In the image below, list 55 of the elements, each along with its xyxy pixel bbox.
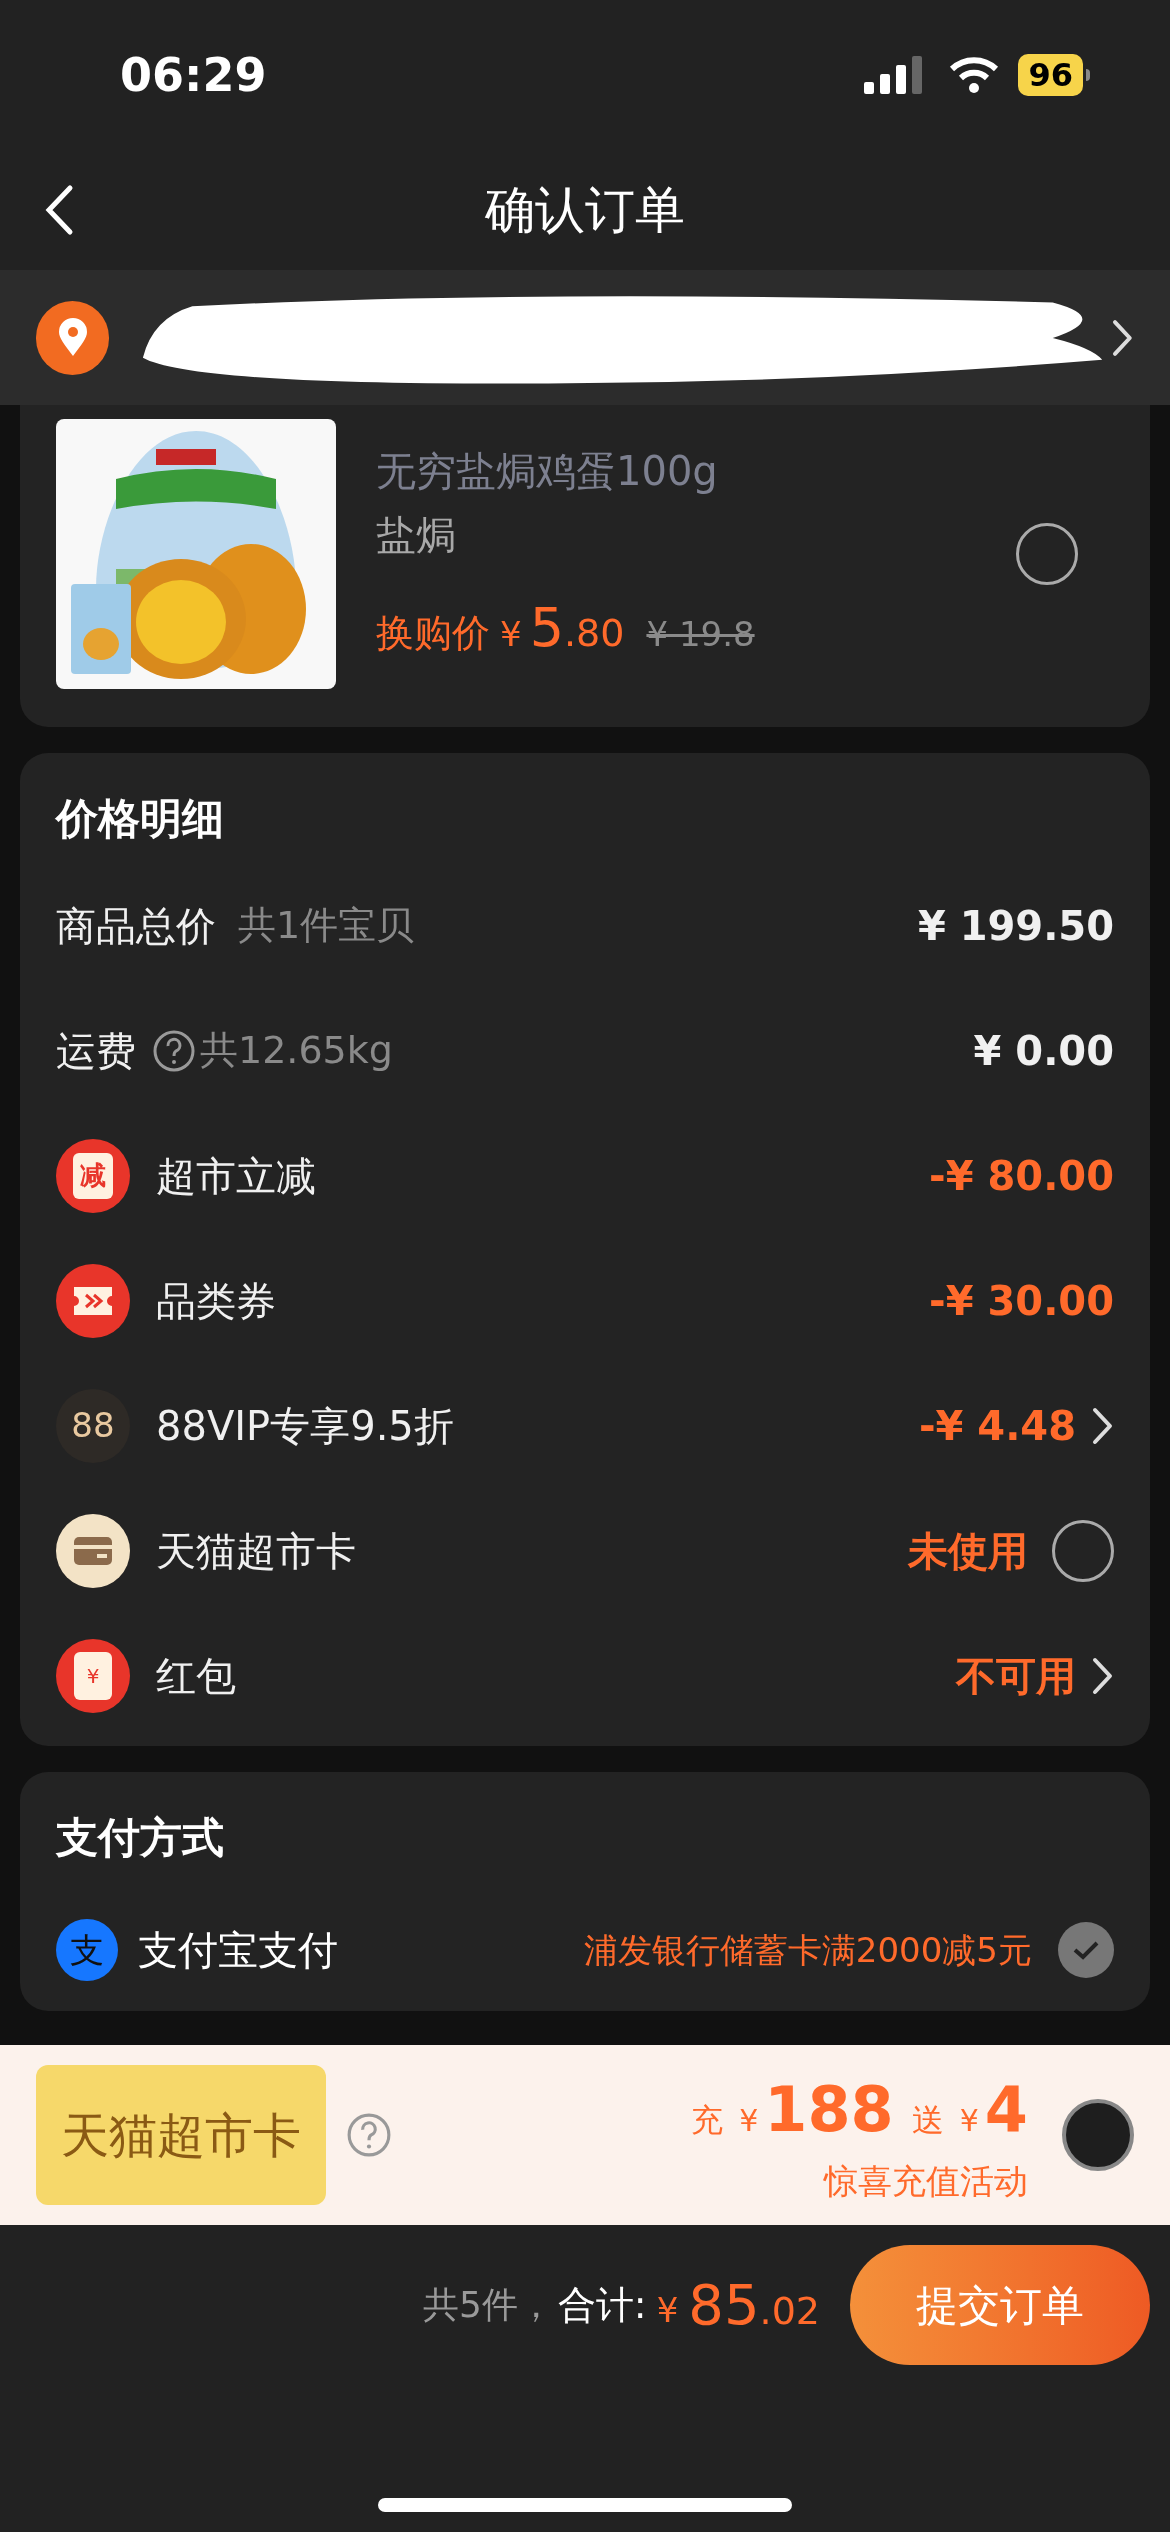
price-label: 换购价 [376,609,490,657]
signal-icon [864,56,925,94]
submit-order-button[interactable]: 提交订单 [850,2245,1150,2365]
bonus-symbol: ¥ [959,2102,979,2140]
back-icon[interactable] [44,184,74,236]
row-value: -¥ 30.00 [929,1276,1114,1326]
help-icon[interactable] [152,1028,196,1073]
chevron-right-icon [1092,1656,1114,1695]
row-label: 商品总价 [56,901,216,951]
vip-icon: 88 [56,1388,130,1463]
bonus-label: 送 [911,2100,944,2141]
original-price: ¥ 19.8 [646,612,755,656]
row-label: 红包 [156,1651,236,1701]
help-icon[interactable] [346,2112,392,2158]
charge-label: 充 [691,2100,724,2141]
chevron-right-icon [1112,318,1134,357]
alipay-icon: 支 [56,1919,118,1981]
page-title: 确认订单 [485,179,685,241]
wifi-icon [948,56,1001,94]
row-value: ¥ 0.00 [973,1026,1114,1076]
price-symbol: ¥ [500,612,522,656]
total-integer: 85 [688,2271,760,2339]
status-time: 06:29 [120,46,267,104]
bonus-amount: 4 [984,2072,1028,2148]
price-integer: 5 [529,594,564,661]
row-value: ¥ 199.50 [917,901,1114,951]
chevron-right-icon [1092,1406,1114,1445]
envelope-icon: ¥ [56,1638,130,1713]
row-note: 共12.65kg [200,1027,393,1074]
product-variant: 盐焗 [376,510,457,560]
row-label: 超市立减 [156,1151,316,1201]
total-decimal: .02 [759,2287,820,2335]
payment-method: 支付宝支付 [138,1926,338,1975]
row-label: 天猫超市卡 [156,1526,356,1576]
row-value: -¥ 80.00 [929,1151,1114,1201]
row-label: 运费 [56,1026,136,1076]
row-value: -¥ 4.48 [918,1401,1076,1451]
charge-symbol: ¥ [739,2102,759,2140]
section-title: 价格明细 [56,792,224,845]
supermarket-card: 天猫超市卡 [36,2065,326,2205]
payment-promo: 浦发银行储蓄卡满2000减5元 [583,1928,1032,1972]
item-count: 共5件， [422,2283,554,2327]
row-label: 88VIP专享9.5折 [156,1401,454,1451]
total-symbol: ¥ [656,2288,679,2332]
row-value: 未使用 [908,1526,1028,1576]
section-title: 支付方式 [56,1813,224,1862]
charge-amount: 188 [764,2072,894,2148]
price-decimal: .80 [564,609,625,657]
row-value: 不可用 [956,1651,1076,1701]
discount-icon: 减 [56,1138,130,1213]
recharge-subtitle: 惊喜充值活动 [824,2160,1028,2203]
row-note: 共1件宝贝 [238,902,415,949]
total-label: 合计: [557,2281,647,2329]
row-label: 品类券 [156,1276,276,1326]
product-name: 无穷盐焗鸡蛋100g [376,446,719,496]
